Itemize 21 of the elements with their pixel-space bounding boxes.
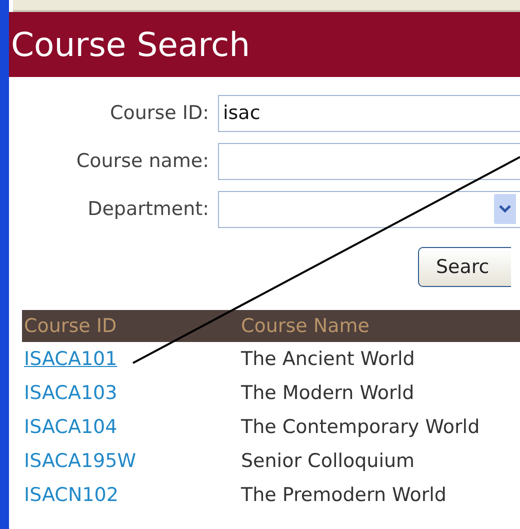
field-label: Department: — [86, 196, 210, 222]
field-label: Course name: — [75, 148, 210, 174]
column-header: Course ID — [23, 314, 118, 339]
course-name: The Contemporary World — [241, 414, 480, 440]
text-field[interactable]: isac — [218, 94, 520, 132]
search-button[interactable]: Searc — [418, 247, 511, 287]
department-dropdown[interactable] — [218, 190, 520, 228]
course-name: The Premodern World — [241, 482, 446, 508]
text-field[interactable] — [218, 142, 520, 180]
column-header: Course Name — [241, 314, 370, 339]
page-title: Course Search — [11, 28, 250, 61]
course-name: Senior Colloquium — [241, 448, 415, 474]
course-id-link[interactable]: ISACA195W — [24, 450, 136, 472]
course-id-link[interactable]: ISACA101 — [24, 348, 118, 370]
course-name: The Ancient World — [241, 346, 415, 372]
course-id-link[interactable]: ISACN102 — [24, 484, 118, 506]
chevron-down-icon — [494, 194, 516, 224]
course-name: The Modern World — [241, 380, 414, 406]
field-label: Course ID: — [108, 100, 210, 126]
course-id-link[interactable]: ISACA103 — [24, 382, 118, 404]
course-id-link[interactable]: ISACA104 — [24, 416, 118, 438]
